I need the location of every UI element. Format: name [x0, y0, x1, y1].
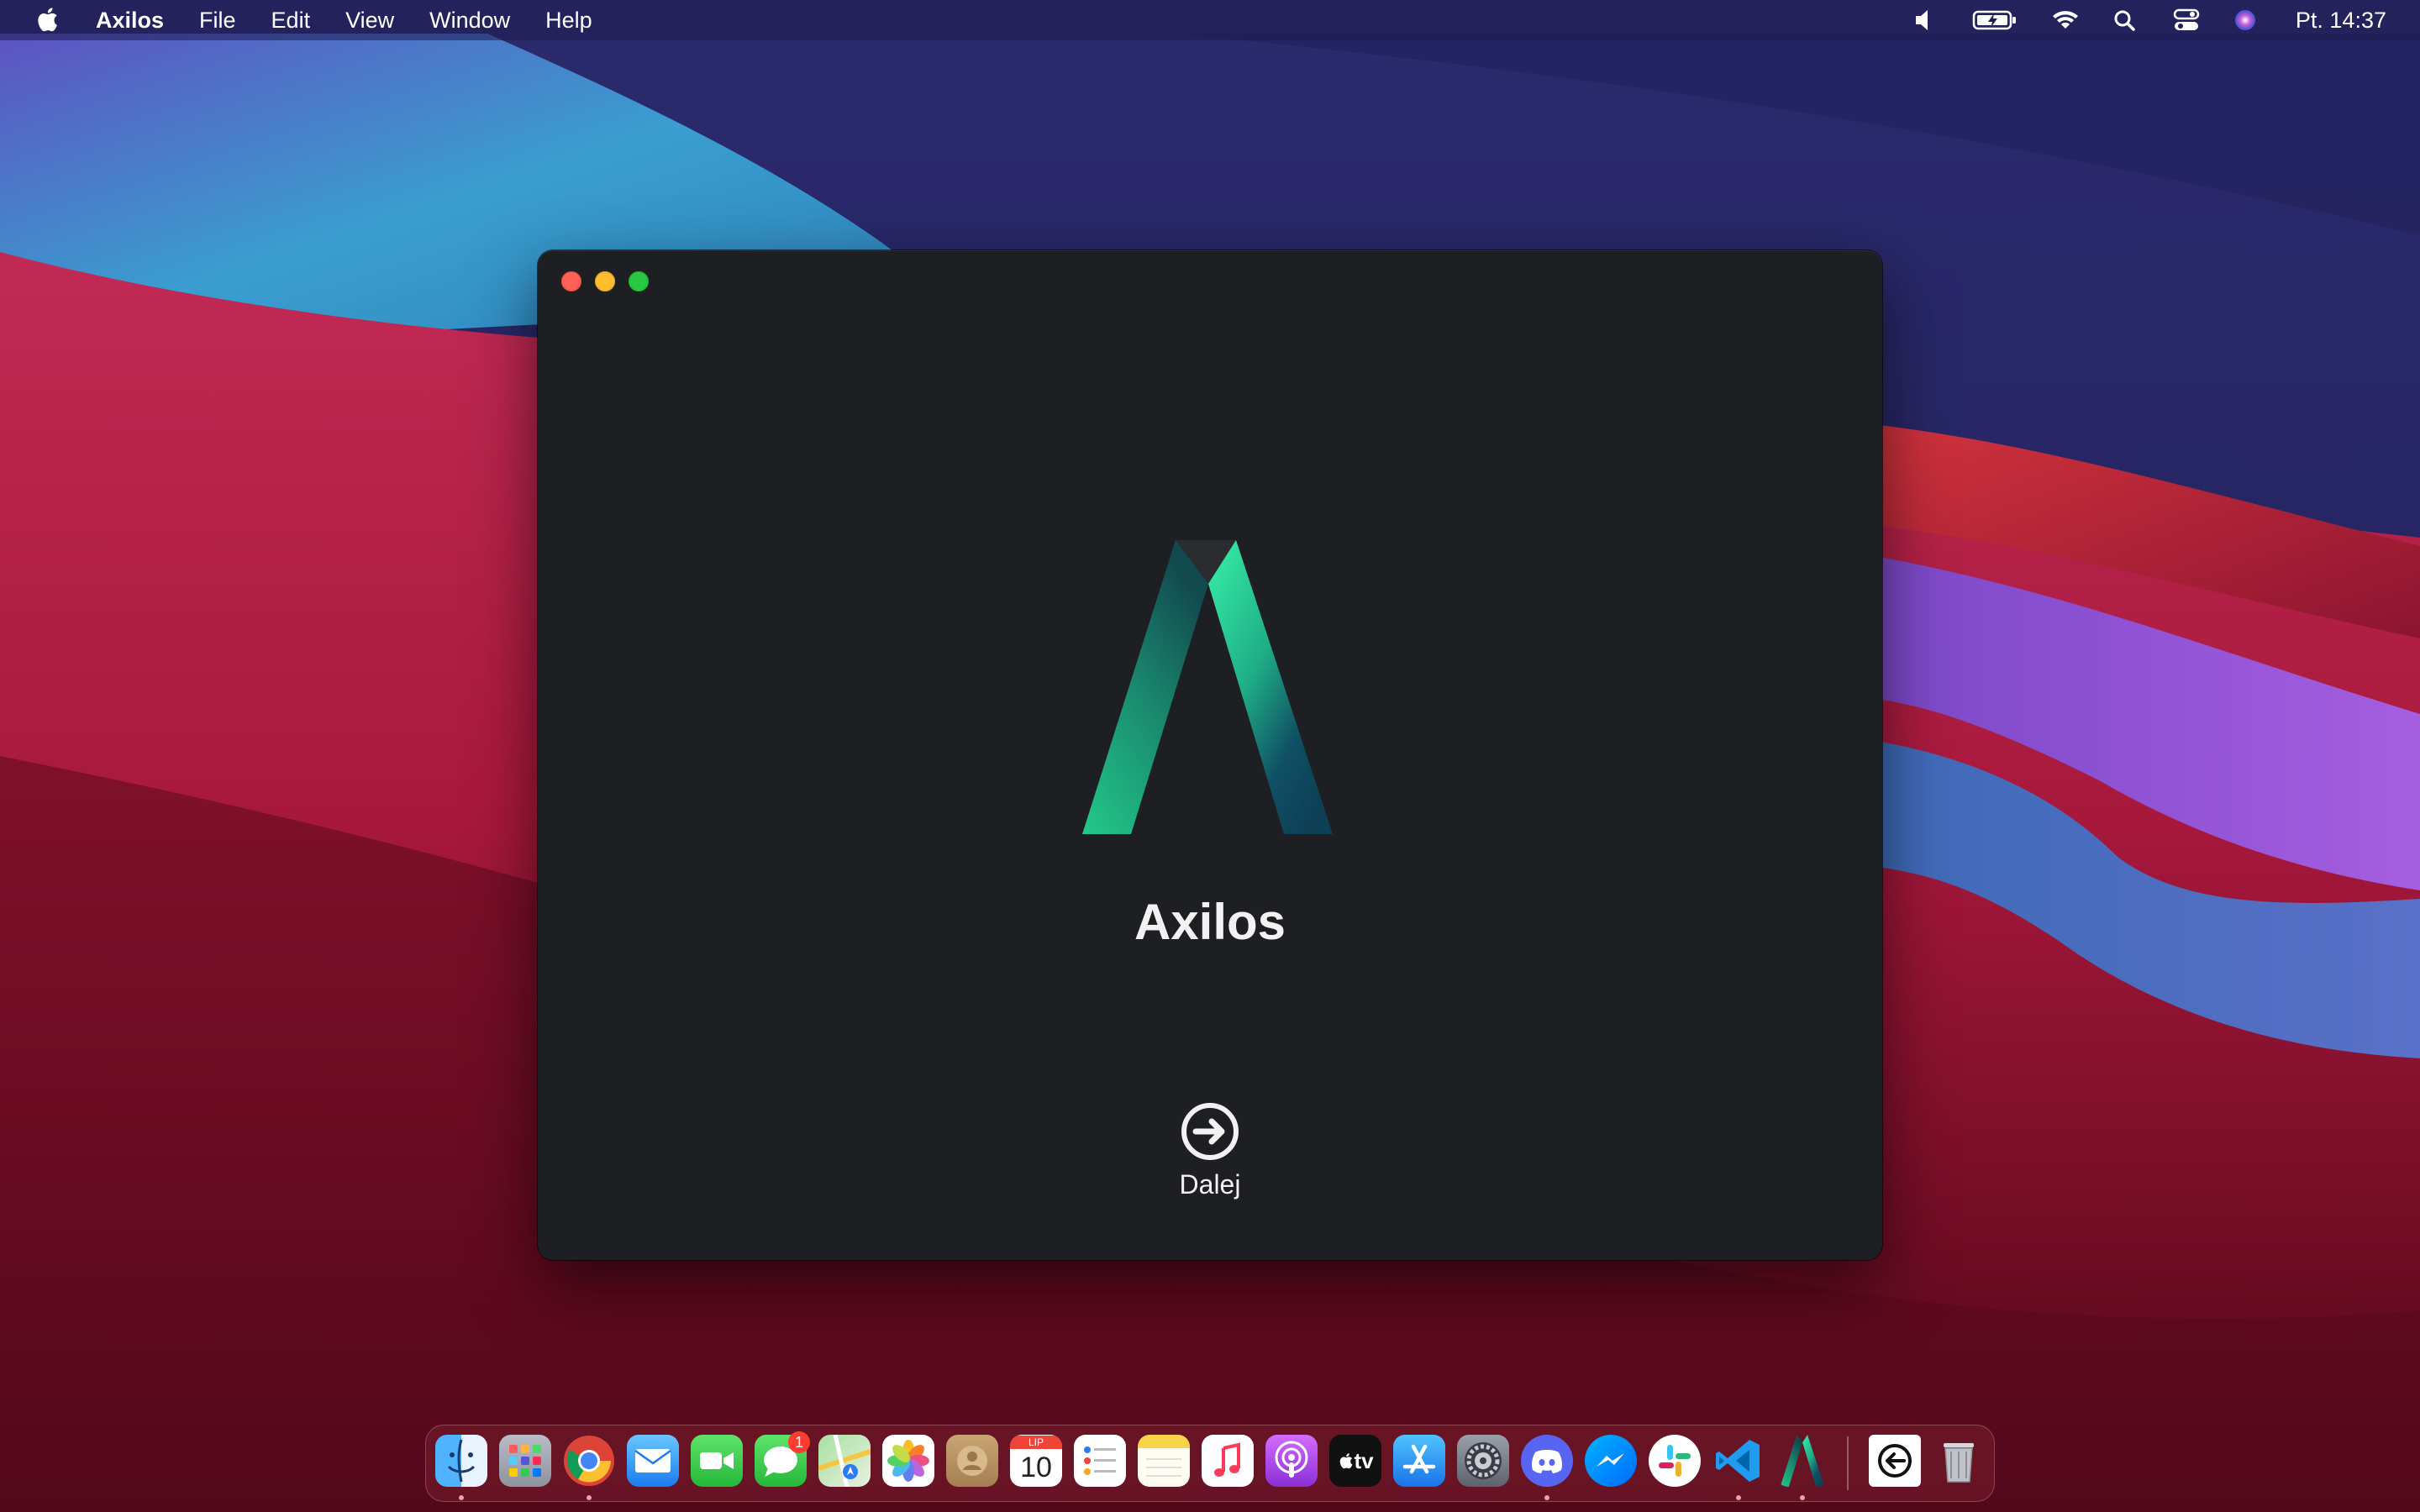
maps-icon [818, 1435, 871, 1487]
mail-envelope-icon [634, 1449, 671, 1473]
podcasts-icon [1275, 1441, 1308, 1478]
axilos-logo [1082, 540, 1333, 834]
reminders-list-icon [1084, 1446, 1116, 1475]
running-indicator [1544, 1495, 1549, 1500]
dock-trash[interactable] [1933, 1435, 1985, 1487]
spotlight-search-icon[interactable] [2111, 0, 2138, 40]
apple-tv-icon [1340, 1453, 1353, 1469]
dock-contacts[interactable] [946, 1435, 998, 1487]
dock-launchpad[interactable] [499, 1435, 551, 1487]
wifi-icon[interactable] [2050, 0, 2081, 40]
dock-messages[interactable]: 1 [755, 1431, 810, 1487]
slack-icon [1659, 1445, 1691, 1477]
menu-bar: Axilos File Edit View Window Help Pt. 14… [0, 0, 2420, 40]
running-indicator [1800, 1495, 1805, 1500]
download-arrow-circle-icon [1878, 1444, 1912, 1478]
vscode-icon [1716, 1440, 1760, 1482]
dock-tv[interactable]: tv [1329, 1435, 1381, 1487]
facetime-camera-icon [700, 1452, 734, 1469]
dock-mail[interactable] [627, 1435, 679, 1487]
dock-app-store[interactable] [1393, 1435, 1445, 1487]
zoom-window-button[interactable] [629, 271, 649, 291]
axilos-logo-icon [1780, 1435, 1825, 1487]
photos-flower-icon [887, 1440, 929, 1482]
messenger-icon [1597, 1453, 1624, 1467]
messages-badge: 1 [788, 1431, 810, 1453]
launchpad-grid-icon [509, 1445, 541, 1477]
siri-icon[interactable] [2232, 0, 2259, 40]
app-window: Axilos Dalej [538, 250, 1882, 1260]
apple-icon[interactable] [34, 5, 59, 34]
arrow-right-circle-icon [1181, 1103, 1239, 1160]
calendar-month: LIP [1010, 1436, 1062, 1449]
menu-clock[interactable]: Pt. 14:37 [2296, 0, 2386, 40]
next-button[interactable]: Dalej [1143, 1099, 1277, 1216]
minimize-window-button[interactable] [595, 271, 615, 291]
app-title: Axilos [1134, 894, 1286, 950]
chrome-icon [564, 1436, 614, 1486]
menu-file[interactable]: File [199, 8, 236, 34]
battery-icon[interactable] [1971, 0, 2018, 40]
music-note-icon [1214, 1442, 1240, 1477]
contacts-person-icon [957, 1446, 987, 1476]
dock-podcasts[interactable] [1265, 1435, 1318, 1487]
control-center-icon[interactable] [2171, 0, 2202, 40]
next-button-label: Dalej [1179, 1169, 1241, 1200]
dock-reminders[interactable] [1074, 1435, 1126, 1487]
dock-vscode[interactable] [1712, 1435, 1765, 1487]
tv-label: tv [1354, 1447, 1374, 1473]
menu-edit[interactable]: Edit [271, 8, 311, 34]
dock-calendar[interactable]: LIP 10 [1010, 1435, 1062, 1487]
dock-notes[interactable] [1138, 1435, 1190, 1487]
dock-photos[interactable] [882, 1435, 934, 1487]
menu-app-name[interactable]: Axilos [96, 8, 164, 34]
running-indicator [1736, 1495, 1741, 1500]
dock-slack[interactable] [1649, 1435, 1701, 1487]
dock-music[interactable] [1202, 1435, 1254, 1487]
running-indicator [587, 1495, 592, 1500]
dock-discord[interactable] [1521, 1435, 1573, 1487]
trash-icon [1944, 1443, 1974, 1483]
close-window-button[interactable] [561, 271, 581, 291]
dock-messenger[interactable] [1585, 1435, 1637, 1487]
discord-icon [1532, 1450, 1562, 1473]
dock-finder[interactable] [435, 1435, 487, 1487]
dock-axilos[interactable] [1776, 1435, 1828, 1487]
dock-downloads-stack[interactable] [1869, 1435, 1921, 1487]
dock-chrome[interactable] [563, 1435, 615, 1487]
menu-help[interactable]: Help [545, 8, 592, 34]
volume-icon[interactable] [1912, 0, 1939, 40]
notes-icon [1146, 1458, 1181, 1477]
calendar-day: 10 [1020, 1452, 1052, 1483]
dock: 1 LIP 10 tv [425, 1425, 1995, 1502]
menu-view[interactable]: View [345, 8, 394, 34]
menu-window[interactable]: Window [429, 8, 510, 34]
finder-icon [447, 1439, 476, 1483]
gear-icon [1465, 1442, 1502, 1479]
dock-maps[interactable] [818, 1435, 871, 1487]
app-store-icon [1402, 1444, 1436, 1474]
dock-facetime[interactable] [691, 1435, 743, 1487]
running-indicator [459, 1495, 464, 1500]
dock-system-preferences[interactable] [1457, 1435, 1509, 1487]
dock-separator [1847, 1436, 1849, 1490]
